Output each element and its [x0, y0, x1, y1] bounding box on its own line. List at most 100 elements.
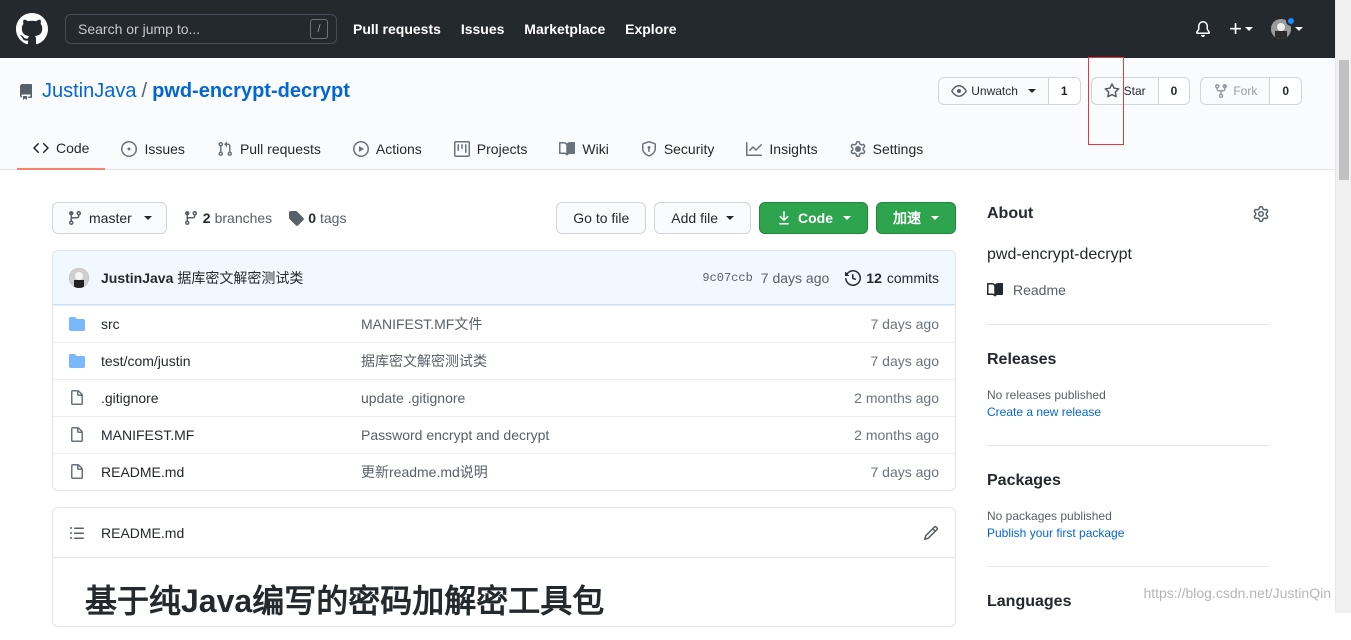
tab-label: Projects: [476, 141, 528, 157]
nav-issues[interactable]: Issues: [461, 21, 505, 37]
file-commit-message[interactable]: Password encrypt and decrypt: [361, 427, 854, 443]
tab-label: Issues: [144, 141, 185, 157]
repo-tabs: Code Issues Pull requests Actions Projec…: [17, 128, 939, 170]
tab-settings[interactable]: Settings: [834, 128, 940, 170]
github-logo-icon[interactable]: [16, 13, 48, 45]
create-release-link[interactable]: Create a new release: [987, 405, 1269, 419]
star-count[interactable]: 0: [1158, 77, 1191, 105]
unwatch-button[interactable]: Unwatch: [938, 77, 1049, 105]
file-name[interactable]: test/com/justin: [101, 353, 361, 369]
commits-link[interactable]: 12 commits: [845, 270, 939, 286]
branch-icon: [68, 211, 81, 226]
file-row[interactable]: src MANIFEST.MF文件 7 days ago: [53, 305, 955, 342]
star-label: Star: [1123, 84, 1146, 98]
book-icon: [559, 141, 576, 156]
releases-empty-text: No releases published: [987, 388, 1106, 402]
file-commit-message[interactable]: 更新readme.md说明: [361, 462, 871, 482]
repo-name-link[interactable]: pwd-encrypt-decrypt: [152, 80, 350, 103]
file-age: 7 days ago: [870, 464, 940, 480]
branch-select-button[interactable]: master: [52, 202, 167, 234]
readme-heading: 基于纯Java编写的密码加解密工具包: [85, 583, 605, 619]
nav-pull-requests[interactable]: Pull requests: [353, 21, 441, 37]
tab-label: Security: [663, 141, 715, 157]
file-row[interactable]: README.md 更新readme.md说明 7 days ago: [53, 453, 955, 490]
tab-issues[interactable]: Issues: [105, 128, 200, 170]
chevron-down-icon: [1245, 27, 1253, 31]
tab-label: Insights: [769, 141, 818, 157]
unwatch-label: Unwatch: [971, 84, 1018, 98]
fork-icon: [1215, 84, 1228, 99]
add-file-button[interactable]: Add file: [654, 202, 751, 234]
tab-pull-requests[interactable]: Pull requests: [201, 128, 337, 170]
readme-link-label: Readme: [1013, 282, 1066, 298]
packages-section: Packages No packages published Publish y…: [987, 446, 1269, 540]
releases-title[interactable]: Releases: [987, 351, 1269, 369]
repo-owner-link[interactable]: JustinJava: [42, 80, 137, 103]
branches-label: branches: [214, 210, 273, 226]
add-file-label: Add file: [671, 210, 718, 226]
publish-package-link[interactable]: Publish your first package: [987, 526, 1269, 540]
scrollbar-thumb[interactable]: [1339, 60, 1349, 180]
folder-icon: [69, 317, 85, 331]
chevron-down-icon: [843, 216, 851, 220]
readme-link[interactable]: Readme: [987, 282, 1269, 298]
commit-author-avatar[interactable]: [69, 267, 89, 288]
fork-button[interactable]: Fork: [1200, 77, 1271, 105]
scrollbar[interactable]: [1335, 0, 1351, 613]
create-new-dropdown[interactable]: +: [1229, 16, 1253, 42]
go-to-file-button[interactable]: Go to file: [556, 202, 647, 234]
watch-group: Unwatch 1: [938, 77, 1081, 105]
branch-bar: master 2 branches 0 tags Go to file Add …: [52, 202, 956, 234]
nav-marketplace[interactable]: Marketplace: [524, 21, 605, 37]
file-name[interactable]: src: [101, 316, 361, 332]
commit-meta: 9c07ccb 7 days ago 12 commits: [702, 270, 939, 286]
packages-title[interactable]: Packages: [987, 472, 1269, 490]
tab-insights[interactable]: Insights: [730, 128, 833, 170]
search-input[interactable]: Search or jump to... /: [65, 14, 337, 44]
bell-icon[interactable]: [1195, 21, 1211, 37]
tab-security[interactable]: Security: [625, 128, 731, 170]
watch-count[interactable]: 1: [1048, 77, 1081, 105]
user-menu[interactable]: [1271, 16, 1303, 39]
file-name[interactable]: README.md: [101, 464, 361, 480]
nav-explore[interactable]: Explore: [625, 21, 676, 37]
tab-wiki[interactable]: Wiki: [543, 128, 624, 170]
tab-actions[interactable]: Actions: [337, 128, 438, 170]
file-name[interactable]: .gitignore: [101, 390, 361, 406]
file-commit-message[interactable]: 据库密文解密测试类: [361, 351, 871, 371]
file-row[interactable]: test/com/justin 据库密文解密测试类 7 days ago: [53, 342, 955, 379]
commit-message[interactable]: 据库密文解密测试类: [177, 268, 303, 288]
tab-code[interactable]: Code: [17, 128, 106, 170]
file-row[interactable]: .gitignore update .gitignore 2 months ag…: [53, 379, 955, 416]
tags-link[interactable]: 0 tags: [288, 210, 346, 226]
graph-icon: [746, 142, 763, 156]
list-icon[interactable]: [69, 525, 85, 541]
file-row[interactable]: MANIFEST.MF Password encrypt and decrypt…: [53, 416, 955, 453]
tags-count: 0: [308, 210, 316, 226]
tab-projects[interactable]: Projects: [438, 128, 544, 170]
shield-icon: [641, 141, 656, 157]
file-age: 2 months ago: [854, 427, 939, 443]
commit-sha[interactable]: 9c07ccb: [702, 271, 752, 285]
branch-bar-actions: Go to file Add file Code 加速: [556, 202, 956, 234]
gear-icon[interactable]: [1253, 206, 1269, 222]
folder-icon: [69, 354, 85, 368]
file-commit-message[interactable]: update .gitignore: [361, 390, 854, 406]
commits-count: 12: [866, 269, 882, 286]
readme-header: README.md: [53, 508, 955, 558]
fork-count[interactable]: 0: [1270, 77, 1302, 105]
branches-link[interactable]: 2 branches: [183, 210, 272, 226]
commit-author[interactable]: JustinJava: [101, 270, 173, 286]
accelerate-button[interactable]: 加速: [876, 202, 956, 234]
code-button[interactable]: Code: [759, 202, 868, 234]
repo-description: pwd-encrypt-decrypt: [987, 246, 1132, 263]
pencil-icon[interactable]: [923, 525, 939, 541]
repo-header: JustinJava / pwd-encrypt-decrypt Unwatch…: [0, 58, 1335, 170]
file-commit-message[interactable]: MANIFEST.MF文件: [361, 314, 871, 334]
sidebar: About pwd-encrypt-decrypt Readme Release…: [987, 200, 1269, 611]
branches-count: 2: [202, 210, 211, 226]
branch-icon: [184, 211, 197, 226]
search-placeholder: Search or jump to...: [78, 21, 201, 37]
file-name[interactable]: MANIFEST.MF: [101, 427, 361, 443]
fork-label: Fork: [1233, 84, 1258, 98]
